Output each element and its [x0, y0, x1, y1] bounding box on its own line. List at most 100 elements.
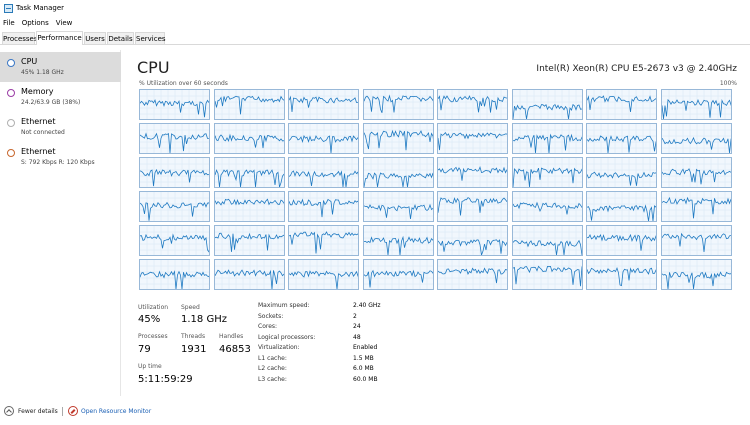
sidebar-item-memory[interactable]: Memory 24.2/63.9 GB (38%) [0, 82, 121, 112]
tab-users[interactable]: Users [84, 32, 106, 44]
core-graph [288, 191, 359, 222]
core-graph [213, 89, 285, 120]
core-graph [660, 225, 732, 256]
core-graph [437, 123, 508, 154]
resource-monitor-icon[interactable] [68, 406, 78, 416]
core-graph [586, 157, 657, 188]
core-graph [362, 191, 434, 222]
core-utilization-trace [512, 192, 582, 221]
core-utilization-trace [214, 124, 284, 153]
core-utilization-trace [661, 192, 731, 221]
core-graph [213, 123, 285, 154]
core-utilization-trace [214, 90, 284, 119]
core-utilization-trace [512, 124, 582, 153]
core-utilization-trace [289, 90, 358, 119]
core-graph [288, 157, 359, 188]
speed-value: 1.18 GHz [181, 314, 227, 325]
core-utilization-trace [587, 124, 656, 153]
handles-label: Handles [219, 333, 244, 340]
fewer-details-link[interactable]: Fewer details [18, 408, 58, 415]
open-resource-monitor-link[interactable]: Open Resource Monitor [81, 408, 151, 415]
max-speed-value: 2.40 GHz [353, 302, 381, 309]
core-graph [511, 123, 583, 154]
core-graph [362, 89, 434, 120]
core-utilization-trace [140, 124, 209, 153]
core-utilization-trace [363, 192, 433, 221]
core-utilization-trace [289, 192, 358, 221]
tab-details[interactable]: Details [107, 32, 134, 44]
sidebar-item-subtitle: 24.2/63.9 GB (38%) [21, 99, 81, 106]
core-utilization-trace [214, 192, 284, 221]
utilization-graph-max: 100% [719, 80, 737, 87]
menu-options[interactable]: Options [19, 18, 53, 29]
core-utilization-trace [140, 90, 209, 119]
sidebar-item-ethernet-1[interactable]: Ethernet Not connected [0, 112, 121, 142]
core-graph [586, 191, 657, 222]
uptime-value: 5:11:59:29 [138, 374, 193, 385]
core-utilization-trace [140, 260, 209, 289]
core-graph [362, 123, 434, 154]
core-utilization-trace [363, 90, 433, 119]
cores-label: Cores: [258, 323, 278, 330]
core-graph [139, 259, 210, 290]
threads-label: Threads [181, 333, 206, 340]
menu-bar: File Options View [0, 18, 76, 29]
core-utilization-trace [289, 260, 358, 289]
title-bar: Task Manager [0, 0, 750, 16]
core-graph [511, 191, 583, 222]
logical-processors-label: Logical processors: [258, 334, 316, 341]
core-graph [586, 89, 657, 120]
core-utilization-trace [587, 226, 656, 255]
utilization-value: 45% [138, 314, 161, 325]
core-graph [511, 157, 583, 188]
sidebar-item-title: CPU [21, 57, 38, 66]
core-graph [213, 225, 285, 256]
tab-services[interactable]: Services [135, 32, 166, 44]
core-graph [437, 89, 508, 120]
core-graph [586, 259, 657, 290]
core-graph [437, 259, 508, 290]
cores-value: 24 [353, 323, 361, 330]
virtualization-label: Virtualization: [258, 344, 300, 351]
l2-cache-value: 6.0 MB [353, 365, 374, 372]
performance-panel: CPU Intel(R) Xeon(R) CPU E5-2673 v3 @ 2.… [122, 50, 742, 396]
sidebar-item-title: Ethernet [21, 147, 56, 156]
core-graph [437, 225, 508, 256]
core-graph [139, 191, 210, 222]
core-utilization-trace [661, 124, 731, 153]
uptime-label: Up time [138, 363, 162, 370]
core-graph [139, 157, 210, 188]
core-utilization-trace [587, 260, 656, 289]
tab-bar: Processes Performance Users Details Serv… [0, 31, 750, 45]
tab-performance[interactable]: Performance [36, 31, 83, 45]
core-utilization-trace [587, 90, 656, 119]
footer-separator [62, 407, 63, 416]
memory-status-dot [7, 89, 15, 97]
sidebar-item-ethernet-2[interactable]: Ethernet S: 792 Kbps R: 120 Kbps [0, 142, 121, 172]
core-graph [437, 191, 508, 222]
sidebar-item-subtitle: Not connected [21, 129, 65, 136]
utilization-label: Utilization [138, 304, 169, 311]
core-graph [362, 259, 434, 290]
tab-processes[interactable]: Processes [2, 32, 38, 44]
l2-cache-label: L2 cache: [258, 365, 287, 372]
max-speed-label: Maximum speed: [258, 302, 310, 309]
core-utilization-trace [587, 158, 656, 187]
core-graph [139, 123, 210, 154]
sidebar: CPU 45% 1.18 GHz Memory 24.2/63.9 GB (38… [0, 50, 121, 396]
core-utilization-trace [661, 90, 731, 119]
menu-file[interactable]: File [0, 18, 19, 29]
core-utilization-trace [438, 158, 507, 187]
threads-value: 1931 [181, 344, 207, 355]
menu-view[interactable]: View [53, 18, 77, 29]
core-graph [586, 225, 657, 256]
l1-cache-label: L1 cache: [258, 355, 287, 362]
ethernet-status-dot [7, 149, 15, 157]
virtualization-value: Enabled [353, 344, 378, 351]
core-utilization-trace [363, 124, 433, 153]
cpu-model: Intel(R) Xeon(R) CPU E5-2673 v3 @ 2.40GH… [536, 64, 737, 74]
chevron-up-icon[interactable] [4, 406, 14, 416]
sidebar-item-cpu[interactable]: CPU 45% 1.18 GHz [0, 52, 121, 82]
logical-processors-value: 48 [353, 334, 361, 341]
sidebar-item-subtitle: 45% 1.18 GHz [21, 69, 64, 76]
